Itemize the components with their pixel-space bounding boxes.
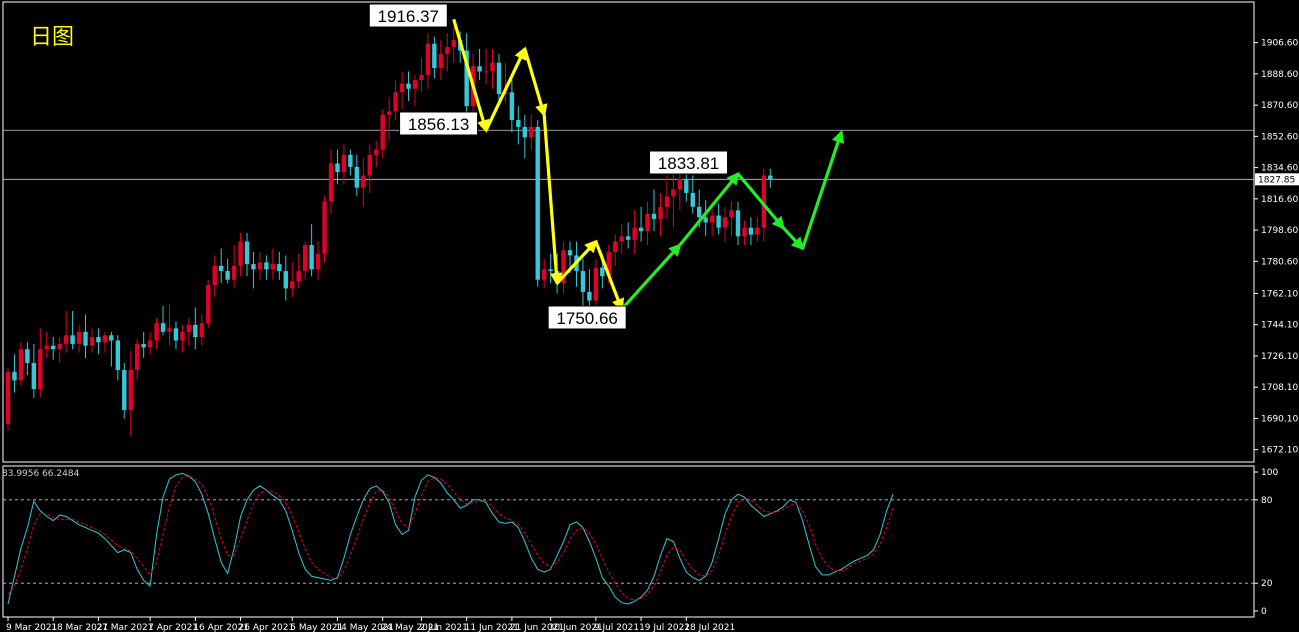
period-label: 日图 — [30, 25, 74, 50]
price-tick-label: 1906.60 — [1261, 39, 1298, 49]
date-tick-label: 27 Mar 2021 — [96, 623, 153, 632]
date-tick-label: 2 Jun 2021 — [419, 623, 467, 632]
price-tick-label: 1690.10 — [1261, 414, 1298, 424]
date-tick-label: 9 Jul 2021 — [594, 623, 639, 632]
price-tick-label: 1672.10 — [1261, 446, 1298, 456]
date-tick-label: 26 Apr 2021 — [239, 623, 295, 632]
price-tick-label: 1708.10 — [1261, 383, 1298, 393]
candle — [322, 196, 327, 263]
price-annotation-label: 1750.66 — [556, 309, 617, 328]
price-tick-label: 1888.60 — [1261, 70, 1298, 80]
candle — [535, 120, 540, 287]
stoch-tick-label: 100 — [1261, 468, 1278, 478]
price-tick-label: 1798.60 — [1261, 226, 1298, 236]
price-tick-label: 1870.60 — [1261, 101, 1298, 111]
price-annotation: 1916.37 — [368, 3, 448, 28]
stoch-tick-label: 0 — [1261, 607, 1267, 617]
price-annotation-label: 1916.37 — [378, 7, 439, 26]
stoch-tick-label: 80 — [1261, 496, 1273, 506]
price-annotation: 1856.13 — [399, 111, 479, 136]
price-tick-label: 1726.10 — [1261, 352, 1298, 362]
price-annotation-label: 1856.13 — [408, 115, 469, 134]
price-tick-label: 1834.60 — [1261, 164, 1298, 174]
price-tick-label: 1780.60 — [1261, 257, 1298, 267]
price-annotation: 1750.66 — [547, 305, 627, 330]
price-tick-label: 1762.10 — [1261, 289, 1298, 299]
date-tick-label: 7 Apr 2021 — [148, 623, 198, 632]
price-tick-label: 1816.60 — [1261, 195, 1298, 205]
price-tick-label: 1744.10 — [1261, 321, 1298, 331]
date-tick-label: 28 Jul 2021 — [684, 623, 735, 632]
price-annotation: 1833.81 — [649, 150, 729, 175]
candle — [206, 279, 211, 329]
current-price-label: 1827.85 — [1258, 175, 1295, 185]
chart-canvas: 1916.37 1856.13 1750.66 1833.81 日图 1906.60 1… — [0, 0, 1299, 632]
stoch-tick-label: 20 — [1261, 579, 1273, 589]
candle — [5, 368, 11, 431]
date-tick-label: 9 Mar 2021 — [6, 623, 57, 632]
price-annotation-label: 1833.81 — [658, 154, 719, 173]
price-tick-label: 1852.60 — [1261, 132, 1298, 142]
date-tick-label: 19 Jul 2021 — [639, 623, 690, 632]
indicator-values: 83.9956 66.2484 — [2, 469, 80, 479]
